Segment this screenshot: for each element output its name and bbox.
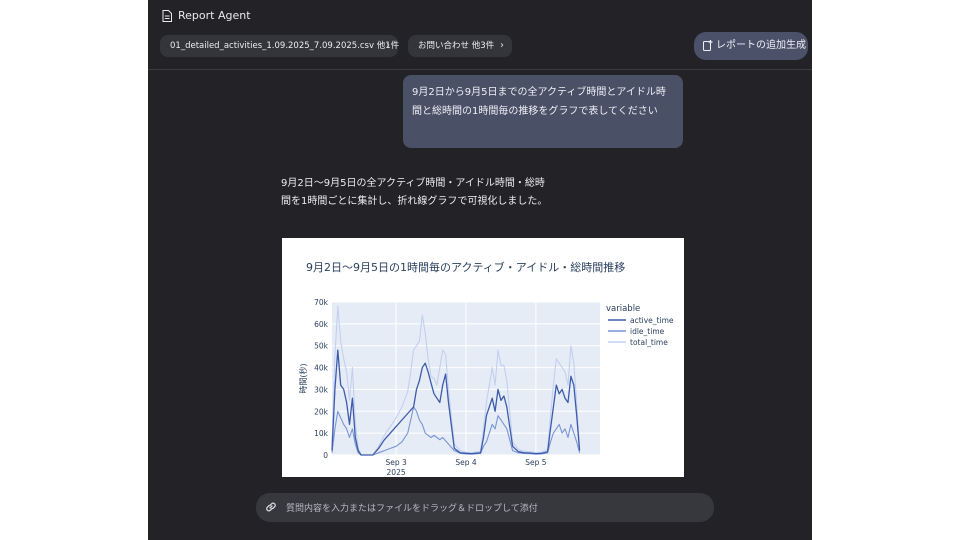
add-report-button[interactable]: レポートの追加生成	[694, 32, 808, 60]
attached-file-chip[interactable]: 01_detailed_activities_1.09.2025_7.09.20…	[160, 35, 400, 57]
header-divider	[148, 69, 812, 70]
y-tick-label: 50k	[314, 342, 329, 351]
line-chart: 9月2日〜9月5日の1時間毎のアクティブ・アイドル・総時間推移 0 10k 20k 3…	[298, 260, 674, 477]
inquiry-chip[interactable]: お問い合わせ 他3件 ›	[408, 35, 512, 57]
user-message-bubble: 9月2日から9月5日までの全アクティブ時間とアイドル時間と総時間の1時間毎の推移…	[403, 75, 683, 148]
app-title: Report Agent	[178, 9, 251, 22]
y-tick-label: 0	[323, 451, 328, 460]
x-tick-label: Sep 4	[455, 458, 477, 467]
document-icon	[162, 10, 172, 22]
x-tick-label: Sep 5	[525, 458, 547, 467]
y-tick-label: 70k	[314, 298, 329, 307]
add-document-icon	[703, 40, 713, 51]
attached-file-label: 01_detailed_activities_1.09.2025_7.09.20…	[170, 41, 400, 51]
x-tick-sublabel: 2025	[387, 468, 406, 477]
message-input[interactable]: 質問内容を入力またはファイルをドラッグ＆ドロップして添付	[256, 493, 714, 522]
legend-title: variable	[606, 304, 640, 314]
legend-entry: idle_time	[630, 327, 665, 336]
y-tick-label: 20k	[314, 407, 329, 416]
legend-entry: total_time	[630, 338, 668, 347]
chevron-right-icon: ›	[386, 40, 390, 51]
y-tick-label: 30k	[314, 385, 329, 394]
chart-title: 9月2日〜9月5日の1時間毎のアクティブ・アイドル・総時間推移	[306, 260, 625, 274]
inquiry-label: お問い合わせ 他3件	[418, 41, 495, 51]
chevron-right-icon: ›	[500, 40, 504, 51]
legend-entry: active_time	[630, 316, 674, 325]
x-tick-label: Sep 3	[385, 458, 407, 467]
add-report-label: レポートの追加生成	[716, 40, 806, 51]
y-axis-label: 時間(秒)	[298, 363, 308, 393]
y-tick-label: 60k	[314, 320, 329, 329]
attachment-link-icon[interactable]	[264, 500, 278, 514]
title-bar: Report Agent	[148, 0, 812, 32]
chart-card: 9月2日〜9月5日の1時間毎のアクティブ・アイドル・総時間推移 0 10k 20k 3…	[282, 238, 684, 477]
assistant-message: 9月2日〜9月5日の全アクティブ時間・アイドル時間・総時間を1時間ごとに集計し、…	[281, 178, 548, 207]
y-tick-label: 40k	[314, 364, 329, 373]
report-agent-window: Report Agent 01_detailed_activities_1.09…	[148, 0, 812, 540]
y-tick-label: 10k	[314, 429, 329, 438]
message-input-placeholder: 質問内容を入力またはファイルをドラッグ＆ドロップして添付	[286, 504, 538, 514]
